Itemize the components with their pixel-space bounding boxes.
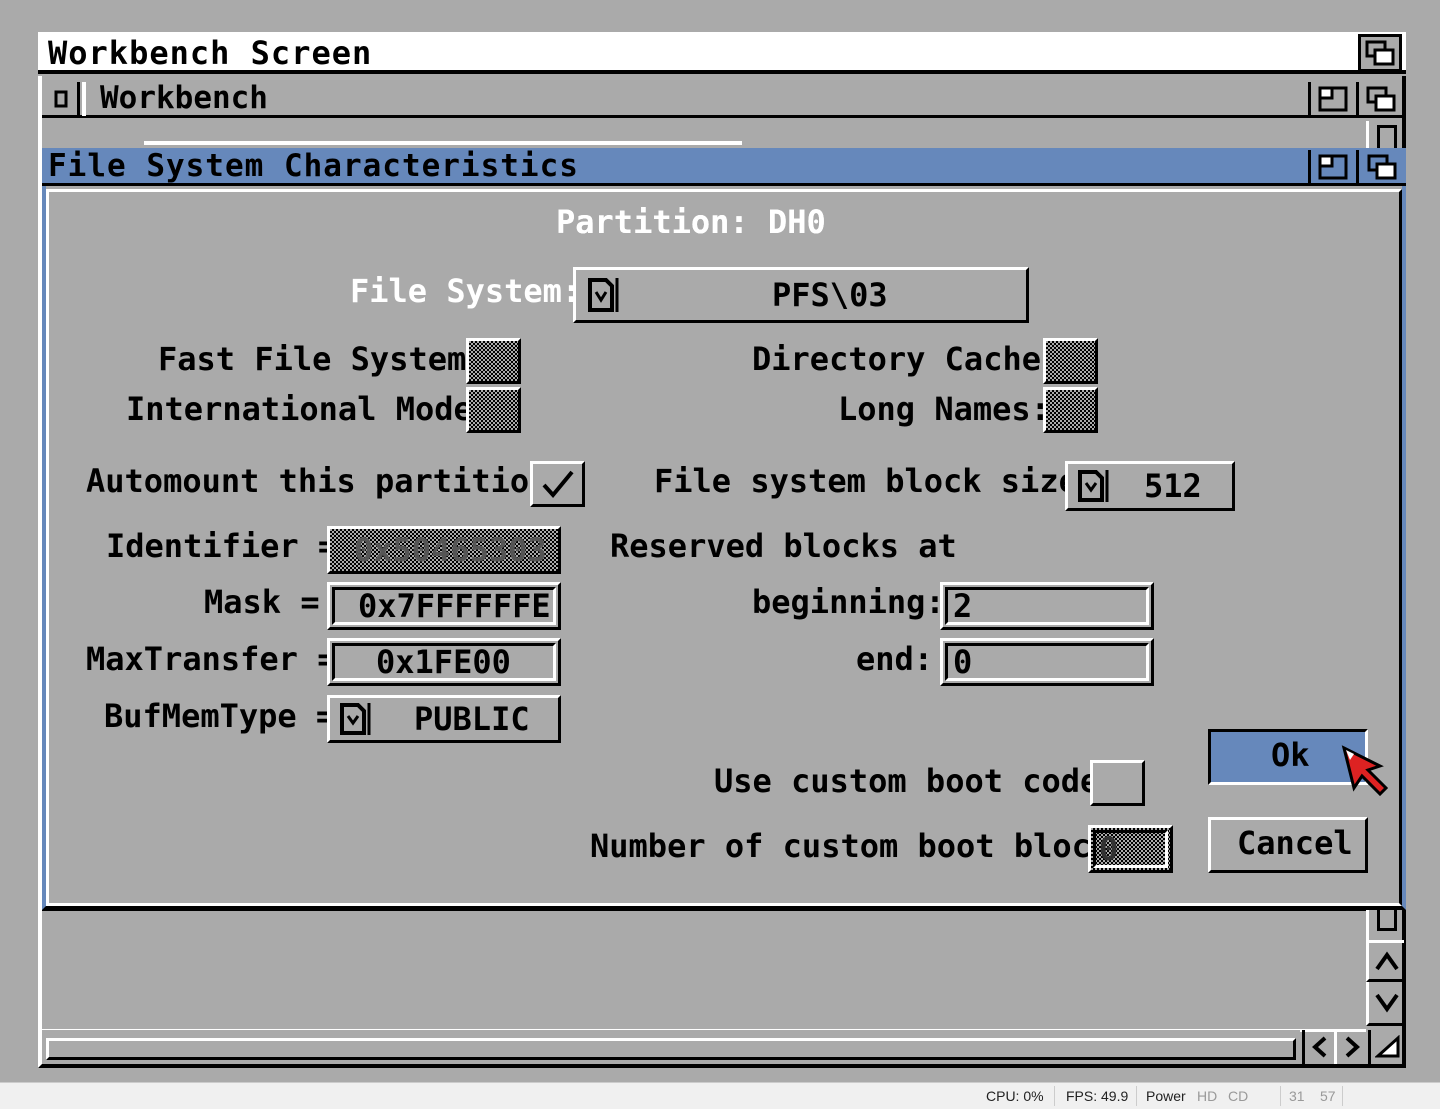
screen-title-bar: Workbench Screen <box>38 32 1406 74</box>
scroll-left-button[interactable] <box>1302 1030 1334 1064</box>
maxtransfer-value: 0x1FE00 <box>376 643 511 681</box>
beginning-inner <box>945 587 1149 625</box>
status-divider <box>1136 1086 1137 1106</box>
automount-label: Automount this partition: <box>86 462 568 500</box>
cycle-icon <box>584 276 620 318</box>
blocksize-label: File system block size: <box>654 462 1098 500</box>
mask-field[interactable]: 0x7FFFFFFE <box>327 582 561 630</box>
close-gadget-icon <box>54 90 67 108</box>
ok-label: Ok <box>1271 736 1310 774</box>
cycle-icon <box>1074 468 1110 508</box>
long-names-label: Long Names: <box>838 390 1050 428</box>
bufmemtype-cycle[interactable]: PUBLIC <box>327 695 561 743</box>
workbench-content-line <box>144 141 742 145</box>
depth-gadget-icon <box>1367 154 1396 180</box>
size-gadget[interactable] <box>1368 1030 1404 1064</box>
hd-status: HD <box>1197 1088 1218 1104</box>
arrow-left-icon <box>1311 1036 1326 1058</box>
scroll-down-button[interactable] <box>1366 982 1404 1026</box>
mask-label: Mask = <box>204 583 320 621</box>
end-label: end: <box>856 640 934 678</box>
dir-cache-checkbox[interactable] <box>1043 338 1098 384</box>
status-number-1: 31 <box>1289 1088 1305 1104</box>
filesystem-cycle[interactable]: PFS\03 <box>573 267 1029 323</box>
beginning-field[interactable]: 2 <box>940 582 1154 630</box>
cpu-status: CPU: 0% <box>986 1088 1044 1104</box>
depth-gadget[interactable] <box>1356 82 1402 116</box>
workbench-content-top <box>42 121 1366 149</box>
intl-mode-checkbox[interactable] <box>466 387 521 433</box>
blocksize-value: 512 <box>1144 467 1202 505</box>
beginning-value: 2 <box>953 587 973 625</box>
filesystem-label: File System: <box>350 272 582 310</box>
workbench-title-bar: Workbench <box>42 80 1402 118</box>
depth-gadget-icon <box>1366 86 1395 112</box>
horizontal-scrollbar[interactable] <box>42 1030 1300 1064</box>
cancel-button[interactable]: Cancel <box>1208 817 1368 873</box>
long-names-checkbox[interactable] <box>1043 387 1098 433</box>
mask-value-text: 0x7FFFFFFE <box>358 587 551 625</box>
scroll-up-button[interactable] <box>1366 940 1404 982</box>
cd-status: CD <box>1228 1088 1249 1104</box>
screen-depth-gadget[interactable] <box>1358 34 1402 72</box>
reserved-label: Reserved blocks at <box>610 527 957 565</box>
identifier-value: 0x50465303 <box>354 531 547 569</box>
intl-mode-label: International Mode: <box>126 390 493 428</box>
maxtransfer-field[interactable]: 0x1FE00 <box>327 638 561 686</box>
size-gadget-icon <box>1374 1035 1399 1058</box>
power-status: Power <box>1146 1088 1186 1104</box>
cycle-icon <box>336 701 372 741</box>
custom-boot-blocks-value: 0 <box>1099 830 1119 868</box>
identifier-field: 0x50465303 <box>327 526 561 574</box>
arrow-right-icon <box>1345 1036 1360 1058</box>
custom-boot-blocks-label: Number of custom boot blocks <box>590 827 1130 865</box>
custom-boot-checkbox[interactable] <box>1090 760 1145 806</box>
depth-gadget-icon <box>1365 40 1395 66</box>
end-value: 0 <box>953 643 973 681</box>
dialog-title-bar[interactable]: File System Characteristics <box>42 148 1406 186</box>
bufmemtype-label: BufMemType = <box>104 697 336 735</box>
scrollbar-knob-top[interactable] <box>1377 125 1397 149</box>
checkmark-icon <box>542 470 574 499</box>
fps-status: FPS: 49.9 <box>1066 1088 1129 1104</box>
fast-fs-checkbox[interactable] <box>466 338 521 384</box>
workbench-content-bottom <box>42 908 1366 1032</box>
status-divider <box>1280 1086 1281 1106</box>
arrow-up-icon <box>1374 951 1399 971</box>
maxtransfer-label: MaxTransfer = <box>86 640 337 678</box>
zoom-gadget-icon <box>1318 154 1347 180</box>
title-divider <box>82 82 86 116</box>
beginning-label: beginning: <box>752 583 945 621</box>
zoom-gadget[interactable] <box>1308 82 1354 116</box>
custom-boot-blocks-field: 0 <box>1088 825 1173 873</box>
status-divider <box>1054 1086 1055 1106</box>
scroll-right-button[interactable] <box>1334 1030 1366 1064</box>
status-divider <box>1342 1086 1343 1106</box>
screen-title: Workbench Screen <box>48 34 373 72</box>
fast-fs-label: Fast File System: <box>158 340 486 378</box>
horizontal-scroll-knob[interactable] <box>46 1038 1296 1060</box>
end-field[interactable]: 0 <box>940 638 1154 686</box>
bufmemtype-value: PUBLIC <box>414 700 530 738</box>
workbench-title: Workbench <box>100 80 268 116</box>
identifier-label: Identifier = <box>106 527 338 565</box>
close-gadget[interactable] <box>44 82 80 116</box>
automount-checkbox[interactable] <box>530 461 585 507</box>
dialog-title: File System Characteristics <box>48 148 579 184</box>
filesystem-value: PFS\03 <box>772 276 888 314</box>
end-inner <box>945 643 1149 681</box>
custom-boot-label: Use custom boot code: <box>714 762 1119 800</box>
arrow-down-icon <box>1374 993 1399 1012</box>
dir-cache-label: Directory Cache: <box>752 340 1061 378</box>
cancel-label: Cancel <box>1237 824 1353 862</box>
scrollbar-knob-bottom[interactable] <box>1377 907 1397 931</box>
dialog-depth-gadget[interactable] <box>1356 150 1404 184</box>
dialog-zoom-gadget[interactable] <box>1308 150 1354 184</box>
status-bar: CPU: 0% FPS: 49.9 Power HD CD 31 57 <box>0 1082 1440 1109</box>
partition-label: Partition: DH0 <box>556 203 826 241</box>
blocksize-cycle[interactable]: 512 <box>1065 461 1235 511</box>
zoom-gadget-icon <box>1318 86 1347 112</box>
status-number-2: 57 <box>1320 1088 1336 1104</box>
mouse-pointer-icon <box>1341 745 1389 796</box>
